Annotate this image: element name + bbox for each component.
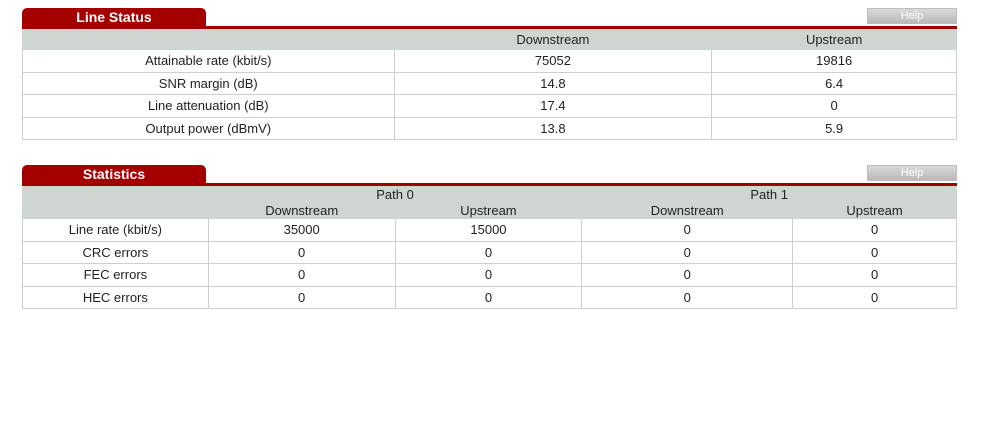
row-label: Line attenuation (dB): [22, 94, 395, 118]
table-row: FEC errors 0 0 0 0: [22, 263, 957, 287]
header-cell-blank: [22, 202, 209, 219]
header-cell-blank: [22, 29, 395, 50]
row-label: Attainable rate (kbit/s): [22, 49, 395, 73]
path-1-upstream-value: 0: [792, 285, 957, 309]
path-0-upstream-value: 0: [394, 263, 583, 287]
path-0-upstream-value: 0: [394, 285, 583, 309]
path-1-downstream-header: Downstream: [581, 202, 794, 219]
downstream-value: 13.8: [393, 116, 713, 140]
statistics-title: Statistics: [22, 165, 206, 184]
row-label: Line rate (kbit/s): [22, 218, 209, 242]
path-0-downstream-value: 0: [207, 285, 396, 309]
table-row: SNR margin (dB) 14.8 6.4: [22, 71, 957, 95]
line-status-header-row: Downstream Upstream: [22, 29, 957, 50]
statistics-section: Statistics Help Path 0 Path 1 Downstream…: [22, 161, 957, 309]
path-0-downstream-value: 35000: [207, 218, 396, 242]
path-0-upstream-value: 0: [394, 240, 583, 264]
upstream-value: 6.4: [711, 71, 957, 95]
table-row: Line attenuation (dB) 17.4 0: [22, 94, 957, 118]
path-0-downstream-value: 0: [207, 263, 396, 287]
upstream-value: 0: [711, 94, 957, 118]
line-status-help-button[interactable]: Help: [867, 8, 957, 24]
table-row: Output power (dBmV) 13.8 5.9: [22, 116, 957, 140]
path-0-downstream-value: 0: [207, 240, 396, 264]
header-cell-blank: [22, 186, 209, 203]
header-cell-downstream: Downstream: [393, 29, 713, 50]
sub-header-row: Downstream Upstream Downstream Upstream: [22, 202, 957, 219]
row-label: CRC errors: [22, 240, 209, 264]
downstream-value: 14.8: [393, 71, 713, 95]
path-1-upstream-header: Upstream: [792, 202, 957, 219]
path-0-downstream-header: Downstream: [207, 202, 396, 219]
path-1-downstream-value: 0: [581, 285, 794, 309]
line-status-section: Line Status Help Downstream Upstream Att…: [22, 4, 957, 140]
upstream-value: 5.9: [711, 116, 957, 140]
path-1-upstream-value: 0: [792, 218, 957, 242]
path-0-upstream-header: Upstream: [394, 202, 583, 219]
path-header-row: Path 0 Path 1: [22, 186, 957, 203]
statistics-titlebar: Statistics Help: [22, 161, 957, 186]
downstream-value: 17.4: [393, 94, 713, 118]
path-1-upstream-value: 0: [792, 263, 957, 287]
row-label: SNR margin (dB): [22, 71, 395, 95]
line-status-title: Line Status: [22, 8, 206, 27]
path-1-header: Path 1: [581, 186, 957, 203]
statistics-table: Path 0 Path 1 Downstream Upstream Downst…: [22, 186, 957, 309]
path-1-downstream-value: 0: [581, 240, 794, 264]
path-0-header: Path 0: [207, 186, 583, 203]
path-1-upstream-value: 0: [792, 240, 957, 264]
table-row: Attainable rate (kbit/s) 75052 19816: [22, 49, 957, 73]
header-cell-upstream: Upstream: [711, 29, 957, 50]
downstream-value: 75052: [393, 49, 713, 73]
line-status-table: Downstream Upstream Attainable rate (kbi…: [22, 29, 957, 140]
path-0-upstream-value: 15000: [394, 218, 583, 242]
path-1-downstream-value: 0: [581, 218, 794, 242]
table-row: HEC errors 0 0 0 0: [22, 285, 957, 309]
line-status-titlebar: Line Status Help: [22, 4, 957, 29]
table-row: CRC errors 0 0 0 0: [22, 240, 957, 264]
row-label: HEC errors: [22, 285, 209, 309]
table-row: Line rate (kbit/s) 35000 15000 0 0: [22, 218, 957, 242]
row-label: Output power (dBmV): [22, 116, 395, 140]
statistics-help-button[interactable]: Help: [867, 165, 957, 181]
row-label: FEC errors: [22, 263, 209, 287]
upstream-value: 19816: [711, 49, 957, 73]
path-1-downstream-value: 0: [581, 263, 794, 287]
